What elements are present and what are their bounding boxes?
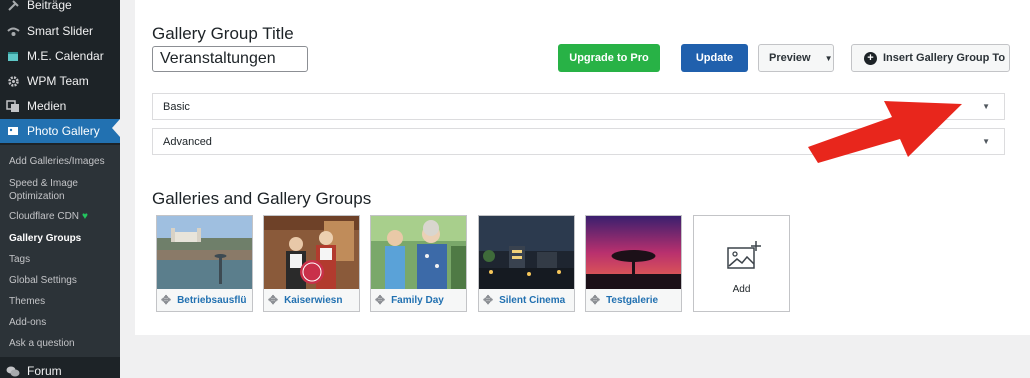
forum-icon <box>6 364 20 378</box>
active-indicator <box>112 119 120 137</box>
menu-label: Photo Gallery <box>27 124 100 138</box>
gallery-tile[interactable]: ✥ Kaiserwiesn <box>263 215 360 312</box>
upgrade-to-pro-button[interactable]: Upgrade to Pro <box>558 44 660 72</box>
move-icon[interactable]: ✥ <box>268 293 278 307</box>
preview-label: Preview <box>769 52 811 64</box>
slider-icon <box>6 24 20 38</box>
menu-label: WPM Team <box>27 74 89 88</box>
heart-icon: ♥ <box>82 211 88 222</box>
menu-item-beitraege[interactable]: Beiträge <box>0 0 120 17</box>
gallery-tile-footer: ✥ Family Day <box>371 289 466 311</box>
gallery-thumbnail <box>371 216 466 289</box>
menu-label: Beiträge <box>27 0 72 12</box>
galleries-section-title: Galleries and Gallery Groups <box>152 189 372 208</box>
media-icon <box>6 99 20 113</box>
gallery-icon <box>6 124 20 138</box>
submenu-themes[interactable]: Themes <box>9 295 117 308</box>
group-title-input[interactable] <box>152 46 308 72</box>
plus-circle-icon: + <box>864 51 877 65</box>
update-button[interactable]: Update <box>681 44 748 72</box>
gallery-name[interactable]: Kaiserwiesn <box>284 295 342 306</box>
gallery-thumbnail <box>479 216 574 289</box>
accordion-label: Basic <box>163 100 190 113</box>
gallery-tile-footer: ✥ Kaiserwiesn <box>264 289 359 311</box>
caret-down-icon: ▼ <box>824 53 833 63</box>
menu-label: Forum <box>27 364 62 378</box>
submenu-speed-optimization[interactable]: Speed & Image Optimization <box>9 177 117 203</box>
gallery-tile[interactable]: ✥ Silent Cinema <box>478 215 575 312</box>
menu-item-forum[interactable]: Forum <box>0 359 120 378</box>
submenu-label: Cloudflare CDN <box>9 211 80 222</box>
move-icon[interactable]: ✥ <box>375 293 385 307</box>
add-gallery-button[interactable]: Add <box>693 215 790 312</box>
gallery-tile-footer: ✥ Silent Cinema <box>479 289 574 311</box>
pin-icon <box>6 0 20 12</box>
gallery-thumbnail <box>586 216 681 289</box>
gallery-name[interactable]: Family Day <box>391 295 444 306</box>
move-icon[interactable]: ✥ <box>590 293 600 307</box>
submenu-add-galleries[interactable]: Add Galleries/Images <box>9 155 117 168</box>
add-label: Add <box>732 284 751 295</box>
gallery-name[interactable]: Testgalerie <box>606 295 658 306</box>
admin-sidebar: Beiträge Smart Slider M.E. Calendar WPM … <box>0 0 120 378</box>
gallery-tile[interactable]: ✥ Testgalerie <box>585 215 682 312</box>
insert-label: Insert Gallery Group To <box>883 52 1006 64</box>
caret-down-icon: ▼ <box>982 137 990 146</box>
calendar-icon <box>6 49 20 63</box>
group-title-label: Gallery Group Title <box>152 24 294 43</box>
submenu-ask-question[interactable]: Ask a question <box>9 337 117 350</box>
gallery-tile-footer: ✥ Betriebsausflü <box>157 289 252 311</box>
gallery-name[interactable]: Betriebsausflü <box>177 295 246 306</box>
move-icon[interactable]: ✥ <box>483 293 493 307</box>
annotation-arrow-icon <box>808 101 962 163</box>
menu-item-wpm-team[interactable]: WPM Team <box>0 69 120 93</box>
preview-button[interactable]: Preview ▼ <box>758 44 834 72</box>
submenu-gallery-groups[interactable]: Gallery Groups <box>9 232 117 245</box>
menu-label: Smart Slider <box>27 24 94 38</box>
submenu-tags[interactable]: Tags <box>9 253 117 266</box>
submenu-add-ons[interactable]: Add-ons <box>9 316 117 329</box>
caret-down-icon: ▼ <box>982 102 990 111</box>
menu-label: Medien <box>27 99 67 113</box>
submenu-cloudflare-cdn[interactable]: Cloudflare CDN ♥ <box>9 210 117 223</box>
menu-item-medien[interactable]: Medien <box>0 94 120 118</box>
gallery-tile[interactable]: ✥ Betriebsausflü <box>156 215 253 312</box>
add-image-icon <box>727 241 761 269</box>
insert-gallery-group-button[interactable]: + Insert Gallery Group To <box>851 44 1010 72</box>
move-icon[interactable]: ✥ <box>161 293 171 307</box>
submenu-global-settings[interactable]: Global Settings <box>9 274 117 287</box>
menu-item-smart-slider[interactable]: Smart Slider <box>0 19 120 43</box>
accordion-label: Advanced <box>163 135 212 148</box>
gallery-tile[interactable]: ✥ Family Day <box>370 215 467 312</box>
gallery-thumbnail <box>157 216 252 289</box>
gallery-thumbnail <box>264 216 359 289</box>
menu-item-me-calendar[interactable]: M.E. Calendar <box>0 44 120 68</box>
gallery-tile-footer: ✥ Testgalerie <box>586 289 681 311</box>
menu-label: M.E. Calendar <box>27 49 104 63</box>
menu-item-photo-gallery[interactable]: Photo Gallery <box>0 119 120 143</box>
gear-icon <box>6 74 20 88</box>
gallery-name[interactable]: Silent Cinema <box>499 295 565 306</box>
